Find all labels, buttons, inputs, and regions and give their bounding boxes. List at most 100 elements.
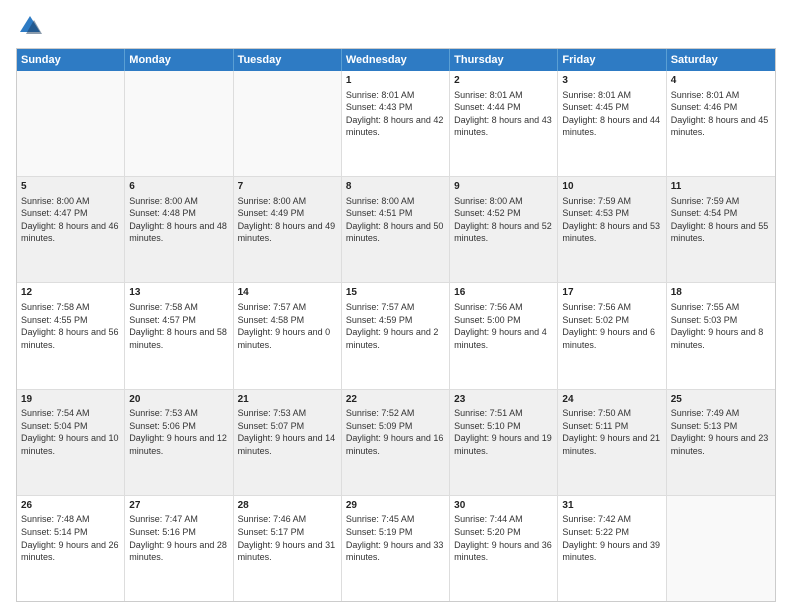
day-cell-21: 21Sunrise: 7:53 AM Sunset: 5:07 PM Dayli… xyxy=(234,390,342,495)
day-cell-18: 18Sunrise: 7:55 AM Sunset: 5:03 PM Dayli… xyxy=(667,283,775,388)
day-number: 11 xyxy=(671,180,771,194)
day-cell-22: 22Sunrise: 7:52 AM Sunset: 5:09 PM Dayli… xyxy=(342,390,450,495)
day-info: Sunrise: 8:01 AM Sunset: 4:44 PM Dayligh… xyxy=(454,89,553,139)
day-info: Sunrise: 7:53 AM Sunset: 5:07 PM Dayligh… xyxy=(238,407,337,457)
day-number: 19 xyxy=(21,393,120,407)
day-cell-19: 19Sunrise: 7:54 AM Sunset: 5:04 PM Dayli… xyxy=(17,390,125,495)
day-cell-2: 2Sunrise: 8:01 AM Sunset: 4:44 PM Daylig… xyxy=(450,71,558,176)
empty-cell xyxy=(17,71,125,176)
day-number: 25 xyxy=(671,393,771,407)
day-number: 20 xyxy=(129,393,228,407)
week-row-1: 1Sunrise: 8:01 AM Sunset: 4:43 PM Daylig… xyxy=(17,71,775,176)
day-number: 8 xyxy=(346,180,445,194)
day-number: 5 xyxy=(21,180,120,194)
empty-cell xyxy=(667,496,775,601)
day-number: 6 xyxy=(129,180,228,194)
empty-cell xyxy=(125,71,233,176)
day-info: Sunrise: 7:49 AM Sunset: 5:13 PM Dayligh… xyxy=(671,407,771,457)
day-info: Sunrise: 7:56 AM Sunset: 5:02 PM Dayligh… xyxy=(562,301,661,351)
day-info: Sunrise: 7:52 AM Sunset: 5:09 PM Dayligh… xyxy=(346,407,445,457)
day-cell-29: 29Sunrise: 7:45 AM Sunset: 5:19 PM Dayli… xyxy=(342,496,450,601)
day-number: 24 xyxy=(562,393,661,407)
day-info: Sunrise: 7:48 AM Sunset: 5:14 PM Dayligh… xyxy=(21,513,120,563)
day-cell-6: 6Sunrise: 8:00 AM Sunset: 4:48 PM Daylig… xyxy=(125,177,233,282)
day-cell-13: 13Sunrise: 7:58 AM Sunset: 4:57 PM Dayli… xyxy=(125,283,233,388)
day-info: Sunrise: 8:01 AM Sunset: 4:46 PM Dayligh… xyxy=(671,89,771,139)
page: SundayMondayTuesdayWednesdayThursdayFrid… xyxy=(0,0,792,612)
day-cell-27: 27Sunrise: 7:47 AM Sunset: 5:16 PM Dayli… xyxy=(125,496,233,601)
day-cell-16: 16Sunrise: 7:56 AM Sunset: 5:00 PM Dayli… xyxy=(450,283,558,388)
day-info: Sunrise: 7:56 AM Sunset: 5:00 PM Dayligh… xyxy=(454,301,553,351)
day-number: 14 xyxy=(238,286,337,300)
day-number: 3 xyxy=(562,74,661,88)
day-info: Sunrise: 7:45 AM Sunset: 5:19 PM Dayligh… xyxy=(346,513,445,563)
day-info: Sunrise: 7:58 AM Sunset: 4:55 PM Dayligh… xyxy=(21,301,120,351)
day-number: 27 xyxy=(129,499,228,513)
day-info: Sunrise: 7:59 AM Sunset: 4:54 PM Dayligh… xyxy=(671,195,771,245)
day-number: 4 xyxy=(671,74,771,88)
day-info: Sunrise: 8:00 AM Sunset: 4:52 PM Dayligh… xyxy=(454,195,553,245)
logo-icon xyxy=(16,12,44,40)
day-info: Sunrise: 7:44 AM Sunset: 5:20 PM Dayligh… xyxy=(454,513,553,563)
header-day-wednesday: Wednesday xyxy=(342,49,450,71)
calendar: SundayMondayTuesdayWednesdayThursdayFrid… xyxy=(16,48,776,602)
day-info: Sunrise: 7:57 AM Sunset: 4:58 PM Dayligh… xyxy=(238,301,337,351)
day-number: 29 xyxy=(346,499,445,513)
day-number: 23 xyxy=(454,393,553,407)
calendar-body: 1Sunrise: 8:01 AM Sunset: 4:43 PM Daylig… xyxy=(17,71,775,601)
day-cell-8: 8Sunrise: 8:00 AM Sunset: 4:51 PM Daylig… xyxy=(342,177,450,282)
day-cell-4: 4Sunrise: 8:01 AM Sunset: 4:46 PM Daylig… xyxy=(667,71,775,176)
day-number: 31 xyxy=(562,499,661,513)
day-number: 1 xyxy=(346,74,445,88)
day-number: 13 xyxy=(129,286,228,300)
day-number: 28 xyxy=(238,499,337,513)
day-cell-11: 11Sunrise: 7:59 AM Sunset: 4:54 PM Dayli… xyxy=(667,177,775,282)
day-number: 12 xyxy=(21,286,120,300)
day-info: Sunrise: 8:01 AM Sunset: 4:43 PM Dayligh… xyxy=(346,89,445,139)
week-row-2: 5Sunrise: 8:00 AM Sunset: 4:47 PM Daylig… xyxy=(17,176,775,282)
day-info: Sunrise: 8:01 AM Sunset: 4:45 PM Dayligh… xyxy=(562,89,661,139)
day-number: 21 xyxy=(238,393,337,407)
day-info: Sunrise: 7:59 AM Sunset: 4:53 PM Dayligh… xyxy=(562,195,661,245)
day-cell-26: 26Sunrise: 7:48 AM Sunset: 5:14 PM Dayli… xyxy=(17,496,125,601)
day-cell-3: 3Sunrise: 8:01 AM Sunset: 4:45 PM Daylig… xyxy=(558,71,666,176)
day-info: Sunrise: 8:00 AM Sunset: 4:48 PM Dayligh… xyxy=(129,195,228,245)
header-day-thursday: Thursday xyxy=(450,49,558,71)
day-info: Sunrise: 7:58 AM Sunset: 4:57 PM Dayligh… xyxy=(129,301,228,351)
day-number: 22 xyxy=(346,393,445,407)
day-number: 30 xyxy=(454,499,553,513)
day-number: 26 xyxy=(21,499,120,513)
day-number: 18 xyxy=(671,286,771,300)
day-number: 17 xyxy=(562,286,661,300)
day-number: 2 xyxy=(454,74,553,88)
day-cell-15: 15Sunrise: 7:57 AM Sunset: 4:59 PM Dayli… xyxy=(342,283,450,388)
day-number: 10 xyxy=(562,180,661,194)
empty-cell xyxy=(234,71,342,176)
header-day-saturday: Saturday xyxy=(667,49,775,71)
day-number: 9 xyxy=(454,180,553,194)
day-info: Sunrise: 7:51 AM Sunset: 5:10 PM Dayligh… xyxy=(454,407,553,457)
day-info: Sunrise: 8:00 AM Sunset: 4:49 PM Dayligh… xyxy=(238,195,337,245)
header-day-friday: Friday xyxy=(558,49,666,71)
day-info: Sunrise: 7:46 AM Sunset: 5:17 PM Dayligh… xyxy=(238,513,337,563)
day-cell-1: 1Sunrise: 8:01 AM Sunset: 4:43 PM Daylig… xyxy=(342,71,450,176)
day-cell-24: 24Sunrise: 7:50 AM Sunset: 5:11 PM Dayli… xyxy=(558,390,666,495)
logo xyxy=(16,12,48,40)
day-cell-23: 23Sunrise: 7:51 AM Sunset: 5:10 PM Dayli… xyxy=(450,390,558,495)
day-cell-20: 20Sunrise: 7:53 AM Sunset: 5:06 PM Dayli… xyxy=(125,390,233,495)
day-cell-28: 28Sunrise: 7:46 AM Sunset: 5:17 PM Dayli… xyxy=(234,496,342,601)
day-info: Sunrise: 7:50 AM Sunset: 5:11 PM Dayligh… xyxy=(562,407,661,457)
day-info: Sunrise: 8:00 AM Sunset: 4:47 PM Dayligh… xyxy=(21,195,120,245)
day-cell-30: 30Sunrise: 7:44 AM Sunset: 5:20 PM Dayli… xyxy=(450,496,558,601)
header-day-sunday: Sunday xyxy=(17,49,125,71)
day-cell-7: 7Sunrise: 8:00 AM Sunset: 4:49 PM Daylig… xyxy=(234,177,342,282)
day-info: Sunrise: 8:00 AM Sunset: 4:51 PM Dayligh… xyxy=(346,195,445,245)
day-cell-14: 14Sunrise: 7:57 AM Sunset: 4:58 PM Dayli… xyxy=(234,283,342,388)
week-row-3: 12Sunrise: 7:58 AM Sunset: 4:55 PM Dayli… xyxy=(17,282,775,388)
day-cell-12: 12Sunrise: 7:58 AM Sunset: 4:55 PM Dayli… xyxy=(17,283,125,388)
day-info: Sunrise: 7:42 AM Sunset: 5:22 PM Dayligh… xyxy=(562,513,661,563)
calendar-header-row: SundayMondayTuesdayWednesdayThursdayFrid… xyxy=(17,49,775,71)
day-number: 15 xyxy=(346,286,445,300)
day-cell-10: 10Sunrise: 7:59 AM Sunset: 4:53 PM Dayli… xyxy=(558,177,666,282)
header xyxy=(16,12,776,40)
